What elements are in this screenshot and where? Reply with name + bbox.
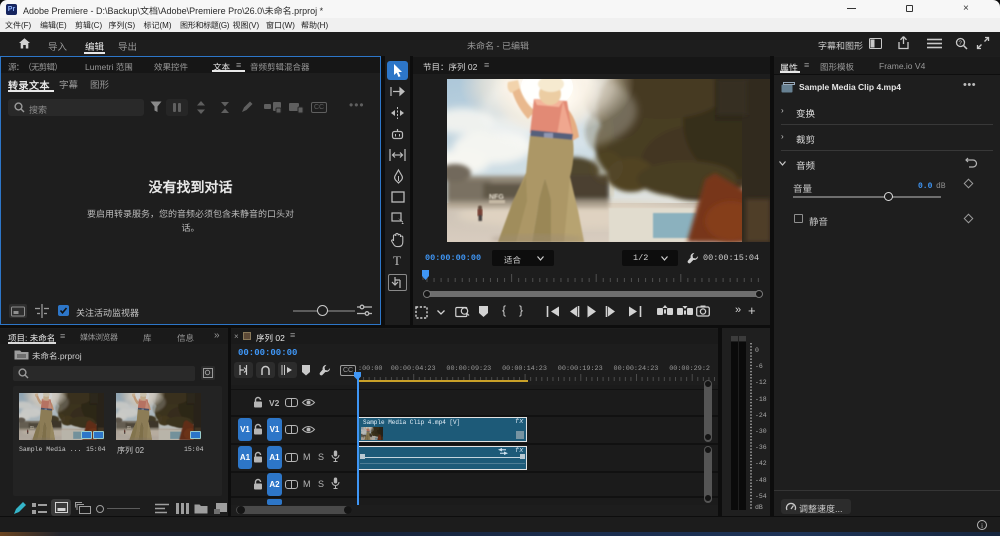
svg-text:00:00:09:23: 00:00:09:23	[446, 365, 491, 373]
svg-text:00:00:19:23: 00:00:19:23	[558, 365, 603, 373]
svg-text:00:00:29:2: 00:00:29:2	[669, 365, 710, 373]
svg-text:00:00:04:23: 00:00:04:23	[391, 365, 436, 373]
svg-text:00:00:24:23: 00:00:24:23	[614, 365, 659, 373]
svg-text:00:00:14:23: 00:00:14:23	[502, 365, 547, 373]
